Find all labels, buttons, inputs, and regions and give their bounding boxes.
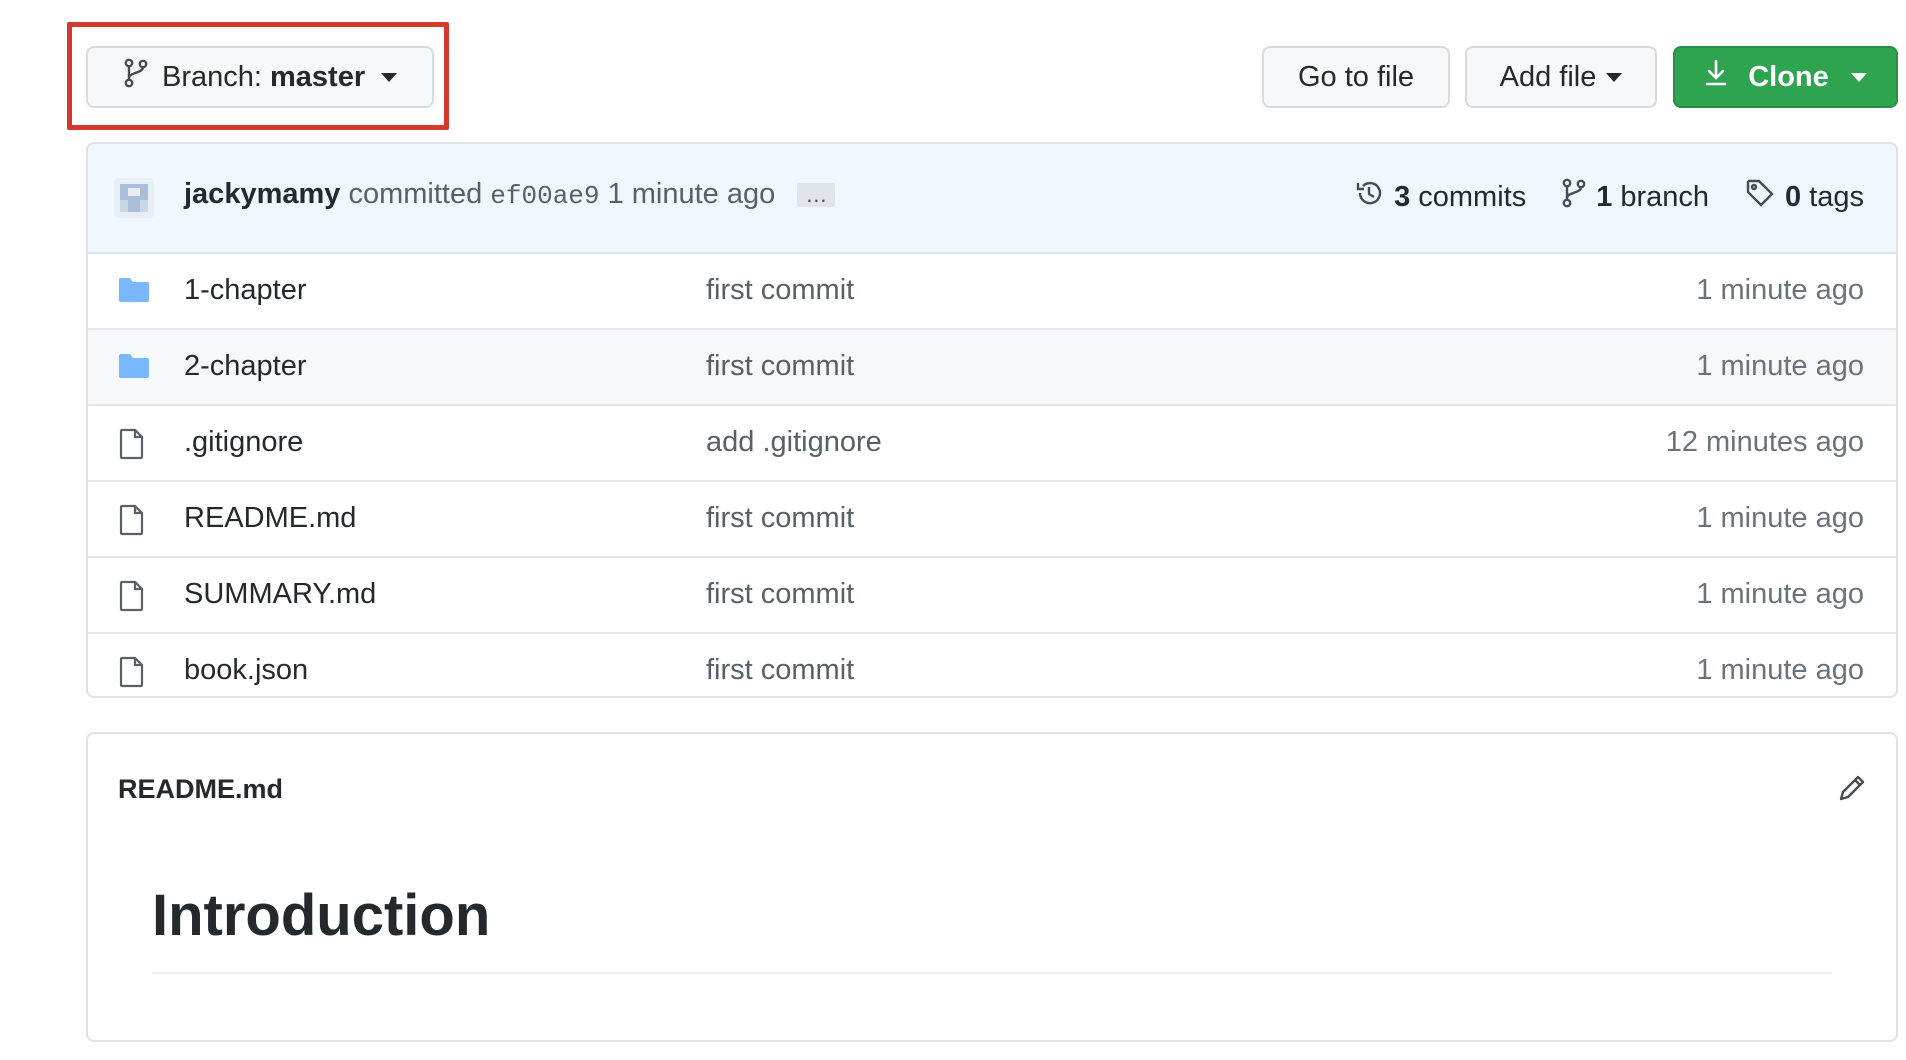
folder-icon xyxy=(118,352,150,388)
commit-verb: committed xyxy=(348,178,483,210)
download-icon xyxy=(1704,59,1728,95)
file-age: 1 minute ago xyxy=(1696,502,1864,534)
branch-select-button[interactable]: Branch: master xyxy=(86,46,434,108)
chevron-down-icon xyxy=(381,72,398,82)
avatar[interactable] xyxy=(114,178,154,218)
commit-info: jackymamy committed ef00ae9 1 minute ago… xyxy=(184,178,836,211)
heading-divider xyxy=(152,972,1832,974)
branch-prefix: Branch: xyxy=(162,60,262,93)
chevron-down-icon xyxy=(1850,72,1867,82)
file-age: 1 minute ago xyxy=(1696,274,1864,306)
repo-stats: 3 commits 1 branch 0 tags xyxy=(1318,178,1864,216)
file-row[interactable]: .gitignore add .gitignore 12 minutes ago xyxy=(88,406,1896,482)
branches-link[interactable]: 1 branch xyxy=(1562,178,1709,216)
file-row[interactable]: book.json first commit 1 minute ago xyxy=(88,634,1896,696)
file-browser: jackymamy committed ef00ae9 1 minute ago… xyxy=(86,142,1898,698)
readme-heading: Introduction xyxy=(152,883,491,948)
clone-label: Clone xyxy=(1748,60,1829,93)
file-row[interactable]: 2-chapter first commit 1 minute ago xyxy=(88,330,1896,406)
commits-label: commits xyxy=(1418,180,1527,213)
file-name-link[interactable]: 1-chapter xyxy=(184,274,307,307)
file-name-link[interactable]: SUMMARY.md xyxy=(184,578,376,611)
history-icon xyxy=(1354,178,1384,216)
commits-link[interactable]: 3 commits xyxy=(1354,178,1526,216)
file-age: 12 minutes ago xyxy=(1665,426,1864,458)
go-to-file-label: Go to file xyxy=(1297,60,1415,93)
file-name-link[interactable]: README.md xyxy=(184,502,356,535)
go-to-file-button[interactable]: Go to file xyxy=(1262,46,1450,108)
readme-title: README.md xyxy=(118,774,284,804)
file-icon xyxy=(118,428,146,468)
file-name-link[interactable]: 2-chapter xyxy=(184,350,307,383)
tag-icon xyxy=(1745,178,1775,216)
branch-count-label: branch xyxy=(1620,180,1710,213)
file-name-link[interactable]: book.json xyxy=(184,654,308,687)
branch-count: 1 xyxy=(1596,180,1613,213)
add-file-label: Add file xyxy=(1499,60,1597,93)
tags-label: tags xyxy=(1809,180,1864,213)
commit-time: 1 minute ago xyxy=(607,178,776,210)
file-row[interactable]: SUMMARY.md first commit 1 minute ago xyxy=(88,558,1896,634)
file-row[interactable]: 1-chapter first commit 1 minute ago xyxy=(88,254,1896,330)
file-icon xyxy=(118,656,146,696)
tags-count: 0 xyxy=(1785,180,1802,213)
file-age: 1 minute ago xyxy=(1696,350,1864,382)
git-branch-icon xyxy=(1562,178,1586,216)
file-commit-message[interactable]: first commit xyxy=(706,274,854,307)
folder-icon xyxy=(118,276,150,312)
file-age: 1 minute ago xyxy=(1696,578,1864,610)
file-age: 1 minute ago xyxy=(1696,654,1864,686)
git-branch-icon xyxy=(124,58,148,96)
file-commit-message[interactable]: first commit xyxy=(706,502,854,535)
file-icon xyxy=(118,504,146,544)
file-icon xyxy=(118,580,146,620)
commit-message-expander[interactable]: … xyxy=(797,183,836,208)
file-row[interactable]: README.md first commit 1 minute ago xyxy=(88,482,1896,558)
file-commit-message[interactable]: first commit xyxy=(706,654,854,687)
branch-label: Branch: master xyxy=(162,61,365,94)
readme-panel: README.md Introduction xyxy=(86,732,1898,1042)
tags-link[interactable]: 0 tags xyxy=(1745,178,1864,216)
latest-commit-bar: jackymamy committed ef00ae9 1 minute ago… xyxy=(88,144,1896,254)
file-commit-message[interactable]: first commit xyxy=(706,350,854,383)
file-commit-message[interactable]: first commit xyxy=(706,578,854,611)
branch-name: master xyxy=(270,60,366,93)
commit-author-link[interactable]: jackymamy xyxy=(184,178,340,210)
file-name-link[interactable]: .gitignore xyxy=(184,426,303,459)
commits-count: 3 xyxy=(1394,180,1411,213)
commit-sha-link[interactable]: ef00ae9 xyxy=(490,181,599,211)
add-file-button[interactable]: Add file xyxy=(1465,46,1657,108)
file-commit-message[interactable]: add .gitignore xyxy=(706,426,882,459)
chevron-down-icon xyxy=(1606,72,1623,82)
clone-button[interactable]: Clone xyxy=(1673,46,1898,108)
pencil-icon[interactable] xyxy=(1836,772,1868,809)
